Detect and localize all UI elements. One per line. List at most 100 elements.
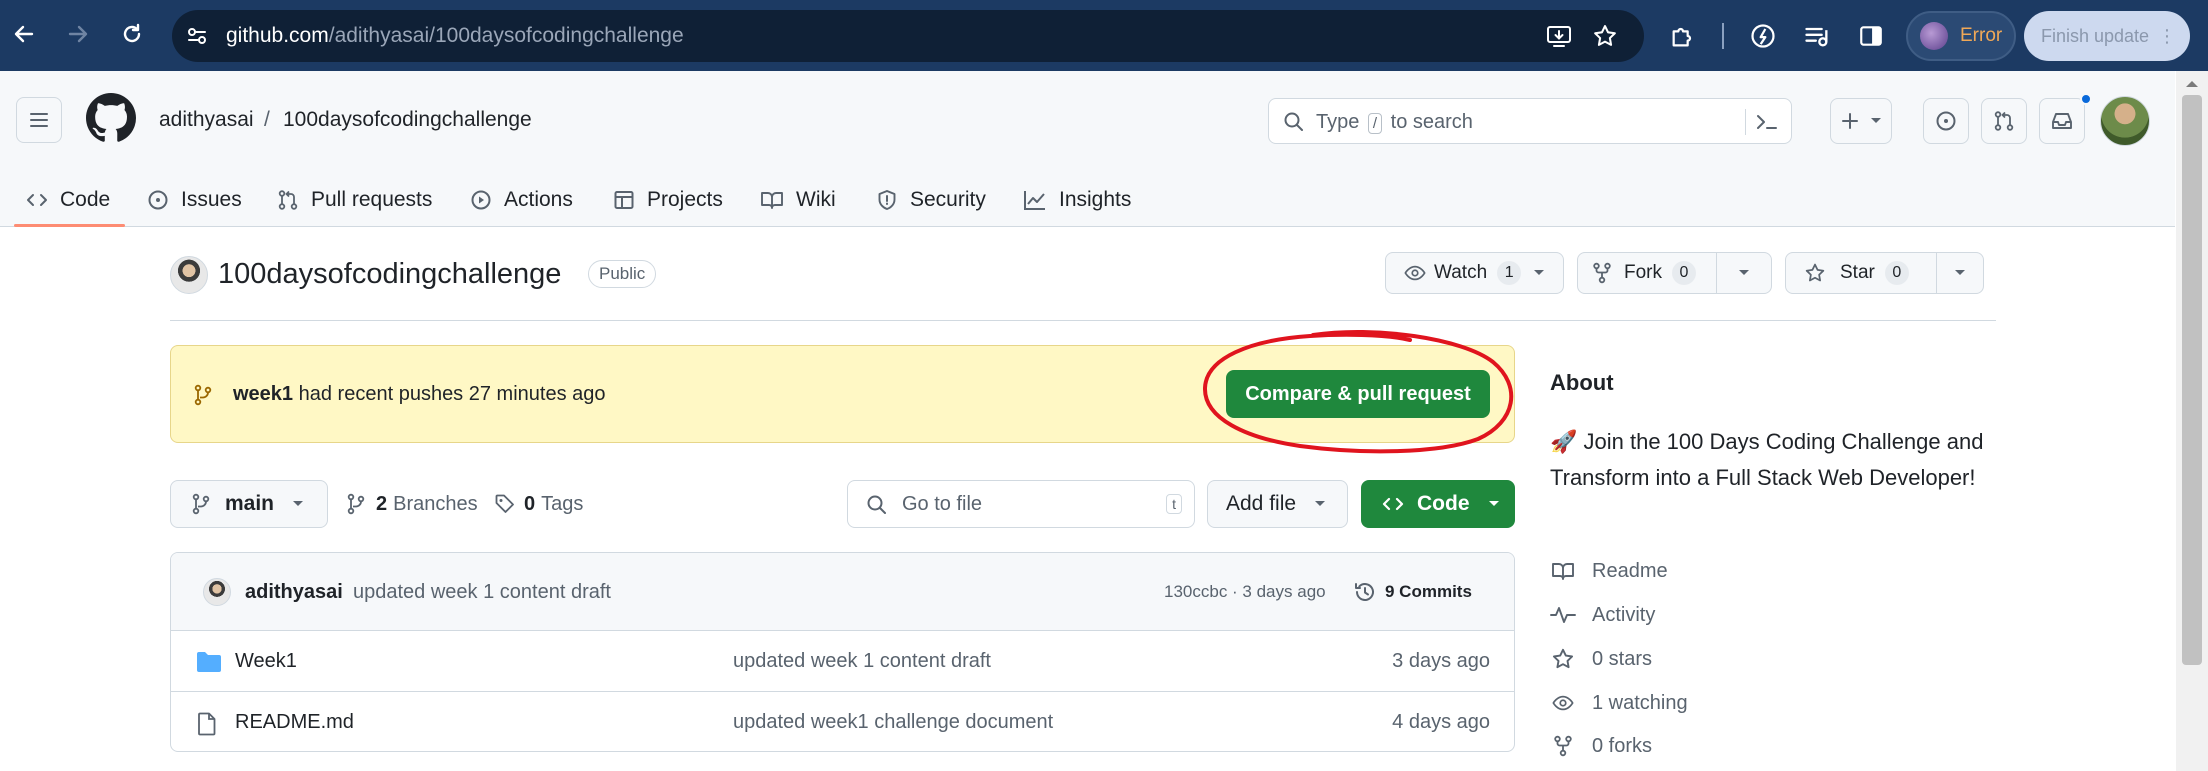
search-divider (1745, 109, 1746, 135)
tab-projects[interactable]: Projects (613, 175, 723, 225)
watch-button[interactable]: Watch 1 (1385, 252, 1564, 294)
commits-count-label: 9 Commits (1385, 582, 1472, 601)
file-commit-message[interactable]: updated week1 challenge document (733, 692, 1053, 751)
tab-insights[interactable]: Insights (1023, 175, 1131, 225)
file-commit-message[interactable]: updated week 1 content draft (733, 631, 991, 692)
fork-button[interactable]: Fork 0 (1577, 252, 1717, 294)
tab-security[interactable]: Security (876, 175, 986, 225)
file-row[interactable]: Week1 updated week 1 content draft 3 day… (171, 631, 1514, 692)
global-search-input[interactable]: Type / to search (1268, 98, 1792, 144)
address-bar[interactable]: github.com/adithyasai/100daysofcodingcha… (172, 10, 1644, 62)
side-panel-button[interactable] (1854, 19, 1888, 53)
tab-label: Security (910, 188, 986, 211)
playlist-icon (1805, 27, 1828, 47)
go-to-file-shortcut: t (1166, 494, 1182, 514)
scroll-up-arrow-icon (2186, 81, 2198, 87)
add-file-label: Add file (1226, 492, 1297, 515)
activity-link[interactable]: Activity (1550, 600, 1655, 630)
tab-actions[interactable]: Actions (470, 175, 573, 225)
user-avatar[interactable] (2100, 96, 2150, 146)
branch-icon (194, 384, 212, 406)
open-menu-button[interactable] (16, 97, 62, 143)
finish-update-label: Finish update (2041, 25, 2150, 46)
readme-link[interactable]: Readme (1550, 556, 1668, 586)
side-panel-icon (1860, 26, 1882, 46)
github-logo-icon[interactable] (86, 93, 136, 143)
star-button[interactable]: Star 0 (1785, 252, 1937, 294)
arrow-right-icon (68, 25, 88, 43)
fork-icon (1593, 262, 1611, 284)
forks-link[interactable]: 0 forks (1550, 731, 1652, 761)
reload-button[interactable] (116, 18, 148, 50)
about-heading: About (1550, 370, 1614, 395)
stars-link[interactable]: 0 stars (1550, 644, 1652, 674)
tab-code[interactable]: Code (26, 175, 110, 225)
file-row[interactable]: README.md updated week1 challenge docume… (171, 692, 1514, 751)
star-options-button[interactable] (1936, 252, 1984, 294)
commit-author[interactable]: adithyasai (245, 553, 343, 631)
pushed-branch-name[interactable]: week1 (233, 383, 293, 405)
tags-link[interactable]: 0 Tags (494, 488, 583, 520)
branch-selector[interactable]: main (170, 480, 328, 528)
kebab-menu-icon[interactable]: ⋮ (2158, 25, 2176, 47)
code-icon (1382, 497, 1404, 511)
star-icon (1552, 648, 1574, 669)
create-new-button[interactable] (1830, 98, 1892, 144)
tab-pull-requests[interactable]: Pull requests (277, 175, 432, 225)
scrollbar-thumb[interactable] (2182, 95, 2202, 665)
fork-label: Fork (1624, 262, 1662, 283)
branch-icon (192, 493, 210, 515)
fork-options-button[interactable] (1716, 252, 1772, 294)
code-dropdown-button[interactable]: Code (1361, 480, 1515, 528)
repo-owner-avatar[interactable] (170, 256, 208, 294)
commit-author-avatar[interactable] (203, 578, 231, 606)
readme-label: Readme (1592, 559, 1668, 582)
tab-issues[interactable]: Issues (147, 175, 242, 225)
profile-avatar (1920, 22, 1948, 50)
caret-down-icon (1315, 501, 1326, 506)
history-icon (1355, 583, 1374, 601)
star-icon (1805, 263, 1825, 282)
file-name[interactable]: README.md (235, 692, 354, 751)
go-to-file-input[interactable]: Go to file t (847, 480, 1195, 528)
latest-commit-row: adithyasai updated week 1 content draft … (171, 553, 1514, 631)
tab-label: Actions (504, 188, 573, 211)
file-name[interactable]: Week1 (235, 631, 297, 692)
inbox-button[interactable] (2039, 98, 2085, 144)
profile-error-button[interactable]: Error (1906, 11, 2016, 61)
watch-label: Watch (1434, 262, 1488, 283)
page-scrollbar[interactable] (2176, 71, 2208, 771)
media-controls-button[interactable] (1800, 19, 1834, 53)
watching-link[interactable]: 1 watching (1550, 688, 1688, 718)
commit-hash-time[interactable]: 130ccbc · 3 days ago (1164, 553, 1326, 631)
repo-title[interactable]: 100daysofcodingchallenge (218, 254, 561, 294)
fork-count: 0 (1672, 261, 1696, 285)
tab-wiki[interactable]: Wiki (760, 175, 836, 225)
finish-update-button[interactable]: Finish update ⋮ (2024, 11, 2190, 61)
issue-icon (1936, 111, 1956, 131)
command-palette-icon[interactable] (1755, 111, 1779, 133)
code-icon (27, 194, 47, 206)
star-count: 0 (1884, 261, 1909, 285)
extensions-button[interactable] (1666, 19, 1700, 53)
table-icon (614, 191, 634, 209)
pull-requests-button[interactable] (1981, 98, 2027, 144)
forward-button[interactable] (62, 18, 94, 50)
branches-count: 2 (376, 492, 388, 515)
search-icon (867, 495, 886, 514)
commit-message[interactable]: updated week 1 content draft (353, 553, 611, 631)
fork-icon (1554, 735, 1572, 757)
compare-pull-request-button[interactable]: Compare & pull request (1226, 370, 1490, 418)
issue-icon (148, 190, 168, 210)
back-button[interactable] (8, 18, 40, 50)
branches-link[interactable]: 2 Branches (346, 488, 478, 520)
performance-button[interactable] (1746, 19, 1780, 53)
breadcrumb-owner-link[interactable]: adithyasai (159, 104, 254, 136)
issues-button[interactable] (1923, 98, 1969, 144)
search-placeholder: Type / to search (1316, 99, 1473, 145)
add-file-button[interactable]: Add file (1207, 480, 1348, 528)
breadcrumb-repo-link[interactable]: 100daysofcodingchallenge (283, 104, 532, 136)
forks-label: 0 forks (1592, 734, 1653, 757)
stars-label: 0 stars (1592, 647, 1653, 670)
commits-link[interactable]: 9 Commits (1353, 578, 1472, 606)
